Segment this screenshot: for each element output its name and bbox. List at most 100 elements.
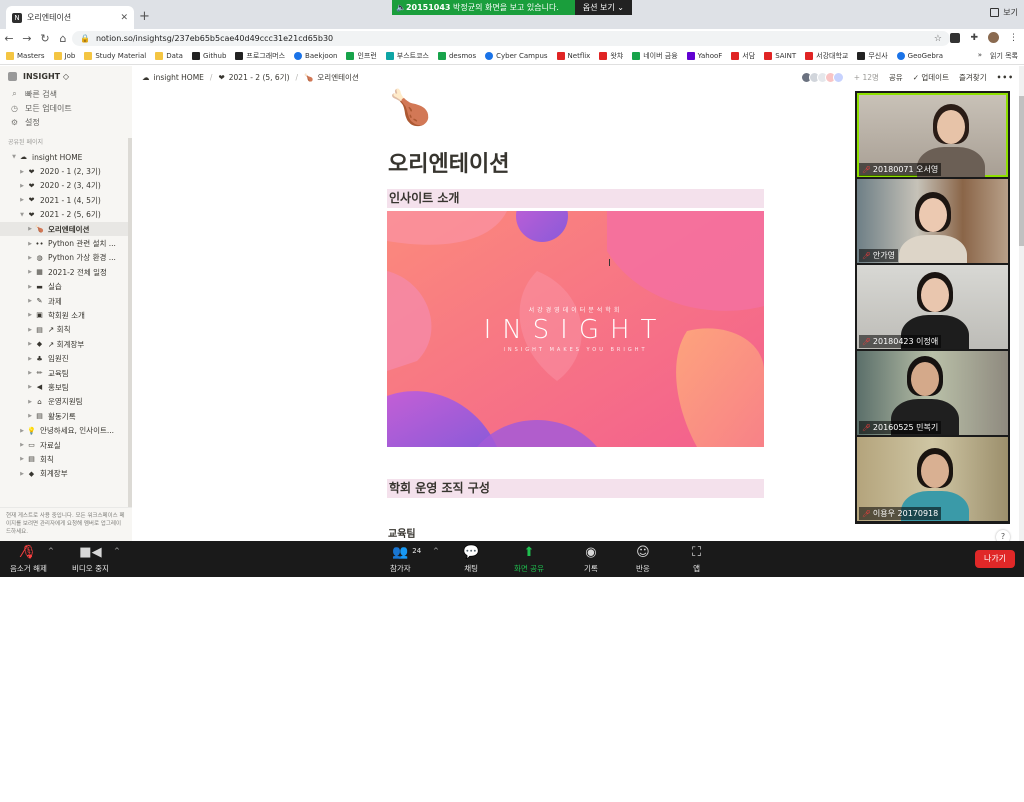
bookmark-item[interactable]: Masters: [6, 52, 45, 60]
sidebar-page-item[interactable]: ▶ ▤ 회칙: [0, 452, 132, 466]
bookmark-item[interactable]: 부스트코스: [385, 51, 429, 61]
participants-caret-icon[interactable]: ^: [433, 547, 439, 555]
toggle-closed-icon[interactable]: ▶: [18, 471, 26, 477]
sidebar-page-item[interactable]: ▶ ◍ Python 가상 환경 ...: [0, 251, 132, 265]
reading-list-button[interactable]: 읽기 목록: [990, 51, 1018, 61]
toggle-open-icon[interactable]: ▼: [10, 154, 18, 160]
participant-video-tile[interactable]: 🎤︎ 안가영: [857, 179, 1008, 263]
more-users-count[interactable]: + 12명: [854, 72, 879, 83]
toggle-closed-icon[interactable]: ▶: [26, 356, 34, 362]
participant-video-tile[interactable]: 🎤︎ 20180423 이정애: [857, 265, 1008, 349]
chat-button[interactable]: 💬 채팅: [463, 544, 479, 574]
toggle-closed-icon[interactable]: ▶: [18, 428, 26, 434]
home-icon[interactable]: ⌂: [54, 32, 72, 45]
sidebar-page-item[interactable]: ▶ ◆ ↗ 회계장부: [0, 337, 132, 351]
bookmark-item[interactable]: YahooF: [686, 52, 722, 60]
toggle-closed-icon[interactable]: ▶: [26, 255, 34, 261]
sidebar-page-item[interactable]: ▶ ✏ 교육팀: [0, 366, 132, 380]
toggle-closed-icon[interactable]: ▶: [18, 169, 26, 175]
toggle-closed-icon[interactable]: ▶: [26, 399, 34, 405]
sidebar-page-item[interactable]: ▶ ⌂ 운영지원팀: [0, 395, 132, 409]
profile-avatar[interactable]: [988, 32, 999, 43]
sidebar-page-item[interactable]: ▶ ❤ 2020 - 2 (3, 4기): [0, 179, 132, 193]
toggle-closed-icon[interactable]: ▶: [26, 413, 34, 419]
more-options-button[interactable]: •••: [997, 73, 1014, 82]
record-button[interactable]: ◉ 기록: [584, 544, 598, 574]
sidebar-page-item[interactable]: ▼ ☁ insight HOME: [0, 150, 132, 164]
sidebar-page-item[interactable]: ▶ ▬ 실습: [0, 280, 132, 294]
participant-video-tile[interactable]: 🎤︎ 이용우 20170918: [857, 437, 1008, 521]
sidebar-page-item[interactable]: ▶ ▦ 2021-2 전체 일정: [0, 265, 132, 279]
toggle-closed-icon[interactable]: ▶: [18, 442, 26, 448]
bookmark-item[interactable]: Github: [191, 52, 226, 60]
share-screen-button[interactable]: ⬆ 화면 공유: [514, 544, 544, 574]
section-heading-organization[interactable]: 학회 운영 조직 구성: [387, 479, 764, 498]
breadcrumb-item[interactable]: ☁ insight HOME: [142, 73, 204, 82]
education-team-heading[interactable]: 교육팀: [388, 525, 416, 540]
insight-banner-image[interactable]: 서강경영데이터분석학회 INSIGHT INSIGHT MAKES YOU BR…: [387, 211, 764, 447]
leave-meeting-button[interactable]: 나가기: [975, 550, 1015, 568]
toggle-closed-icon[interactable]: ▶: [26, 370, 34, 376]
breadcrumb-item[interactable]: 🍗 오리엔테이션: [304, 72, 359, 83]
reload-icon[interactable]: ↻: [36, 32, 54, 45]
bookmark-item[interactable]: 무신사: [857, 51, 888, 61]
bookmark-item[interactable]: 인프런: [346, 51, 377, 61]
toggle-closed-icon[interactable]: ▶: [26, 269, 34, 275]
sidebar-link-clock[interactable]: ◷ 모든 업데이트: [0, 101, 132, 115]
toggle-closed-icon[interactable]: ▶: [26, 327, 34, 333]
toggle-closed-icon[interactable]: ▶: [26, 312, 34, 318]
toggle-closed-icon[interactable]: ▶: [26, 384, 34, 390]
apps-button[interactable]: ⛶ 앱: [692, 544, 701, 574]
browser-menu-icon[interactable]: ⋮: [1009, 33, 1018, 43]
sidebar-page-item[interactable]: ▶ ◆ 회계장부: [0, 467, 132, 481]
bookmark-item[interactable]: Study Material: [84, 52, 146, 60]
bookmark-item[interactable]: desmos: [437, 52, 476, 60]
bookmark-item[interactable]: 프로그래머스: [235, 51, 285, 61]
toggle-closed-icon[interactable]: ▶: [18, 183, 26, 189]
bookmark-star-icon[interactable]: ☆: [934, 34, 942, 44]
sidebar-page-item[interactable]: ▶ 💡 안녕하세요, 인사이트...: [0, 423, 132, 437]
reactions-button[interactable]: ☺ 반응: [636, 544, 650, 574]
updates-button[interactable]: ✓ 업데이트: [913, 72, 949, 83]
toggle-open-icon[interactable]: ▼: [18, 212, 26, 218]
page-icon[interactable]: 🍗: [389, 88, 431, 128]
bookmark-item[interactable]: Baekjoon: [294, 52, 337, 60]
video-options-caret-icon[interactable]: ^: [114, 547, 120, 555]
viewer-avatars[interactable]: [800, 71, 844, 83]
toggle-closed-icon[interactable]: ▶: [26, 341, 34, 347]
sidebar-page-item[interactable]: ▶ ♣ 임원진: [0, 351, 132, 365]
page-title[interactable]: 오리엔테이션: [388, 146, 509, 178]
scrollbar-thumb[interactable]: [1019, 96, 1024, 246]
toggle-closed-icon[interactable]: ▶: [18, 197, 26, 203]
bookmark-item[interactable]: SAINT: [764, 52, 796, 60]
forward-arrow-icon[interactable]: →: [18, 32, 36, 45]
sidebar-page-item[interactable]: ▼ ❤ 2021 - 2 (5, 6기): [0, 208, 132, 222]
sidebar-page-item[interactable]: ▶ ▤ ↗ 회칙: [0, 323, 132, 337]
browser-tab-active[interactable]: N 오리엔테이션 ✕: [6, 6, 134, 29]
share-button[interactable]: 공유: [889, 72, 903, 83]
view-label[interactable]: 보기: [1003, 7, 1018, 18]
workspace-switcher[interactable]: INSIGHT ◇: [0, 66, 132, 87]
sidebar-page-item[interactable]: ▶ ✎ 과제: [0, 294, 132, 308]
unmute-button[interactable]: 🎙︎ ⁄ 음소거 해제: [10, 544, 47, 574]
bookmark-item[interactable]: Netflix: [556, 52, 590, 60]
bookmark-item[interactable]: 서강대학교: [805, 51, 848, 61]
url-bar[interactable]: 🔒 notion.so/insightsg/237eb65b5cae40d49c…: [72, 31, 950, 46]
participants-button[interactable]: 👥 24 참가자: [390, 544, 421, 574]
breadcrumb-item[interactable]: ❤ 2021 - 2 (5, 6기): [218, 72, 289, 83]
bookmark-item[interactable]: Cyber Campus: [485, 52, 548, 60]
bookmark-item[interactable]: 서담: [731, 51, 755, 61]
audio-options-caret-icon[interactable]: ^: [48, 547, 54, 555]
puzzle-extensions-icon[interactable]: ✚: [970, 33, 978, 43]
stop-video-button[interactable]: ■◀ 비디오 중지: [72, 544, 109, 574]
view-window-icon[interactable]: [990, 8, 1000, 17]
toggle-closed-icon[interactable]: ▶: [26, 298, 34, 304]
sidebar-page-item[interactable]: ▶ ▭ 자료실: [0, 438, 132, 452]
extension-icon[interactable]: [950, 32, 961, 43]
bookmark-item[interactable]: 왓챠: [599, 51, 623, 61]
toggle-closed-icon[interactable]: ▶: [26, 241, 34, 247]
sidebar-page-item[interactable]: ▶ ❤ 2021 - 1 (4, 5기): [0, 193, 132, 207]
sidebar-page-item[interactable]: ▶ 🍗 오리엔테이션: [0, 221, 132, 237]
bookmark-item[interactable]: GeoGebra: [896, 52, 943, 60]
bookmark-item[interactable]: Data: [155, 52, 183, 60]
